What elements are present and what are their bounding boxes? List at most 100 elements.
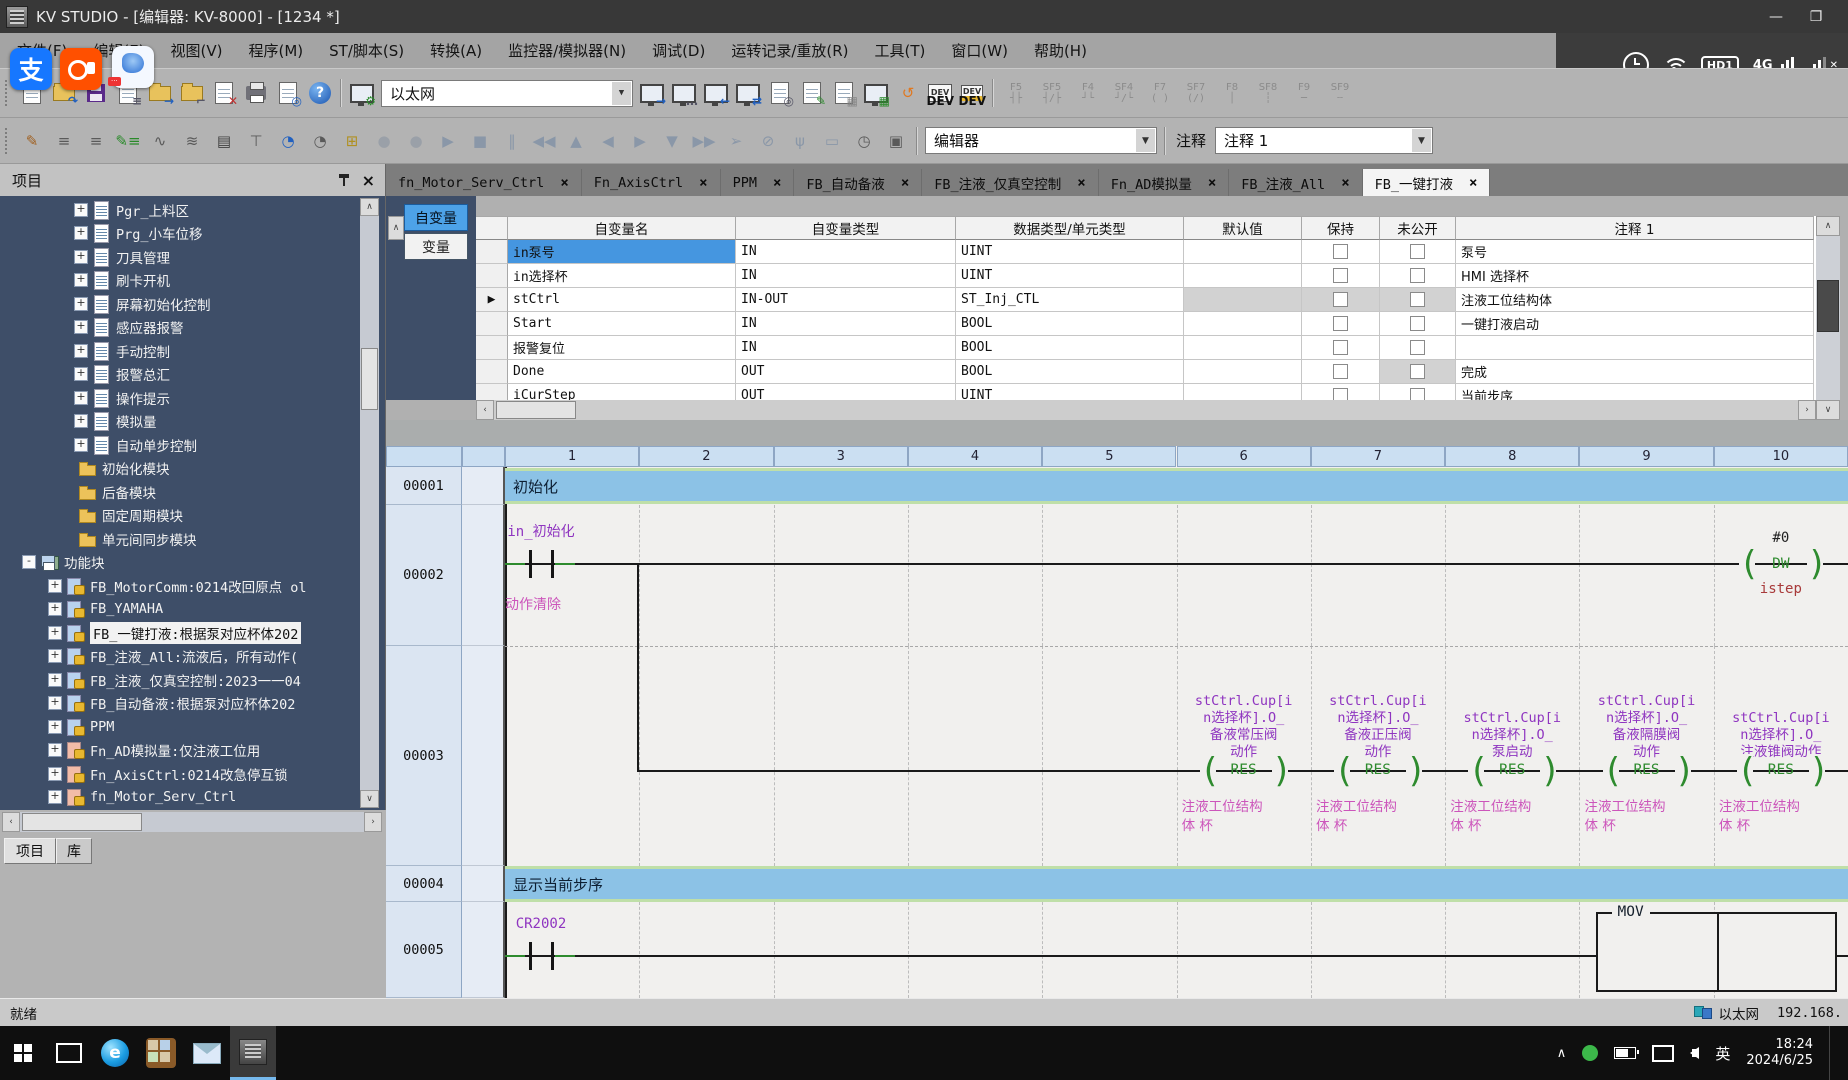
row-marker[interactable] (476, 264, 508, 288)
toolbar-run-to-cursor[interactable]: ➢ (721, 126, 751, 156)
expand-icon[interactable]: + (74, 297, 88, 311)
row-marker[interactable] (476, 336, 508, 360)
cell-type[interactable]: IN-OUT (736, 288, 956, 312)
cell-data-type[interactable]: UINT (956, 264, 1184, 288)
toolbar-mnemonic-list[interactable]: ≡ (49, 126, 79, 156)
close-tab-icon[interactable]: × (1077, 175, 1085, 191)
cell-unpublish[interactable] (1380, 360, 1456, 384)
close-tab-icon[interactable]: × (901, 175, 909, 191)
toolbar-monitor-add[interactable]: ⊞ (337, 126, 367, 156)
tray-expand-icon[interactable]: ∧ (1557, 1046, 1567, 1061)
cell-unpublish[interactable] (1380, 264, 1456, 288)
tree-item-fn_Motor_Serv_Ctrl[interactable]: +fn_Motor_Serv_Ctrl (0, 786, 358, 810)
expand-icon[interactable]: + (74, 438, 88, 452)
ladder-row-number-00005[interactable]: 00005 (386, 902, 462, 998)
toolbar-record-ball-1[interactable]: ● (369, 126, 399, 156)
toolbar-plc-comment[interactable]: … (669, 78, 699, 108)
toolbar-logic-analyzer[interactable]: ≋ (177, 126, 207, 156)
checkbox[interactable] (1333, 244, 1348, 259)
scroll-down-icon[interactable]: ∨ (1816, 400, 1840, 420)
mail-taskbar-icon[interactable] (184, 1026, 230, 1080)
editor-tab-Fn_AD模拟量[interactable]: Fn_AD模拟量× (1099, 169, 1230, 196)
toolbar-watch-window-2[interactable]: ◔ (305, 126, 335, 156)
cell-default[interactable] (1184, 360, 1302, 384)
pin-icon[interactable] (338, 173, 350, 187)
scroll-thumb[interactable] (1817, 280, 1839, 332)
ladder-row-number-00002[interactable]: 00002 (386, 505, 462, 646)
tree-item-Prg_小车位移[interactable]: +Prg_小车位移 (0, 222, 358, 246)
menu-item-4[interactable]: ST/脚本(S) (316, 38, 417, 64)
scroll-left-icon[interactable]: ‹ (2, 812, 20, 832)
app-grid-taskbar-icon[interactable] (138, 1026, 184, 1080)
checkbox[interactable] (1410, 244, 1425, 259)
start-button[interactable] (0, 1026, 46, 1080)
editor-tab-FB_注液_仅真空控制[interactable]: FB_注液_仅真空控制× (922, 169, 1098, 196)
expand-icon[interactable]: + (48, 790, 62, 804)
toolbar-step-down[interactable]: ▼ (657, 126, 687, 156)
tab-project[interactable]: 项目 (4, 838, 56, 864)
toolbar-find-device[interactable]: ◎ (765, 78, 795, 108)
expand-icon[interactable]: + (74, 250, 88, 264)
scroll-right-icon[interactable]: › (1798, 400, 1816, 420)
cell-unpublish[interactable] (1380, 312, 1456, 336)
cell-default[interactable] (1184, 384, 1302, 400)
comment-set-combobox[interactable]: 注释 1 ▼ (1215, 127, 1433, 154)
editor-tab-FB_自动备液[interactable]: FB_自动备液× (794, 169, 922, 196)
tab-arguments[interactable]: 自变量 (404, 204, 468, 231)
toolbar-skip-to-start[interactable]: ◀◀ (529, 126, 559, 156)
tree-item-FB_注液_All:流液后，所有动作([interactable]: +FB_注液_All:流液后，所有动作( (0, 645, 358, 669)
toolbar-read-from-plc[interactable]: ← (701, 78, 731, 108)
green-app-tray-icon[interactable] (1582, 1045, 1598, 1061)
tree-item-Fn_AxisCtrl:0214改急停互锁[interactable]: +Fn_AxisCtrl:0214改急停互锁 (0, 762, 358, 786)
editor-tab-Fn_AxisCtrl[interactable]: Fn_AxisCtrl× (582, 169, 721, 196)
battery-icon[interactable] (1614, 1047, 1636, 1059)
checkbox[interactable] (1410, 340, 1425, 355)
close-tab-icon[interactable]: × (699, 175, 707, 191)
cell-comment[interactable]: 完成 (1456, 360, 1814, 384)
cell-comment[interactable]: 泵号 (1456, 240, 1814, 264)
checkbox[interactable] (1410, 316, 1425, 331)
kv-studio-taskbar-icon[interactable] (230, 1026, 276, 1080)
cell-name[interactable]: Start (508, 312, 736, 336)
taskbar-clock[interactable]: 18:24 2024/6/25 (1746, 1037, 1813, 1069)
cell-data-type[interactable]: ST_Inj_CTL (956, 288, 1184, 312)
tree-item-FB_YAMAHA[interactable]: +FB_YAMAHA (0, 598, 358, 622)
menu-item-2[interactable]: 视图(V) (158, 38, 236, 64)
tree-item-后备模块[interactable]: 后备模块 (0, 480, 358, 504)
cell-keep[interactable] (1302, 288, 1380, 312)
variable-table-hscrollbar[interactable]: ‹ › (476, 400, 1816, 420)
menu-item-7[interactable]: 调试(D) (639, 38, 718, 64)
checkbox[interactable] (1410, 388, 1425, 400)
toolbar-file-lock[interactable]: ⌐ (177, 78, 207, 108)
show-desktop-button[interactable] (1829, 1026, 1834, 1080)
toolbar-device-list[interactable]: ≡ (81, 126, 111, 156)
cell-type[interactable]: IN (736, 264, 956, 288)
cell-name[interactable]: stCtrl (508, 288, 736, 312)
toolbar-print[interactable] (241, 78, 271, 108)
expand-icon[interactable]: + (48, 626, 62, 640)
variable-table-vscrollbar[interactable]: ∧ ∨ (1816, 216, 1840, 420)
toolbar-branch-tool[interactable]: ⊤ (241, 126, 271, 156)
menu-item-10[interactable]: 窗口(W) (938, 38, 1021, 64)
tab-variables[interactable]: 变量 (404, 233, 468, 260)
menu-item-5[interactable]: 转换(A) (417, 38, 495, 64)
checkbox[interactable] (1410, 364, 1425, 379)
toolbar-unit-monitor[interactable]: ▦ (861, 78, 891, 108)
cell-data-type[interactable]: BOOL (956, 336, 1184, 360)
toolbar-pause[interactable]: ‖ (497, 126, 527, 156)
cell-name[interactable]: in选择杯 (508, 264, 736, 288)
cell-comment[interactable]: HMI 选择杯 (1456, 264, 1814, 288)
cell-type[interactable]: OUT (736, 360, 956, 384)
toolbar-device-usage[interactable]: ▦ (829, 78, 859, 108)
tree-item-操作提示[interactable]: +操作提示 (0, 386, 358, 410)
expand-icon[interactable]: + (74, 273, 88, 287)
toolbar-undo-transfer[interactable]: ↺ (893, 78, 923, 108)
tree-item-刀具管理[interactable]: +刀具管理 (0, 245, 358, 269)
close-tab-icon[interactable]: × (773, 175, 781, 191)
toolbar-dev-window-1[interactable]: DEVDEV (925, 78, 955, 108)
toolbar-transfer-to-plc[interactable]: → (637, 78, 667, 108)
tree-item-FB_注液_仅真空控制:2023一一04[interactable]: +FB_注液_仅真空控制:2023一一04 (0, 668, 358, 692)
cell-unpublish[interactable] (1380, 288, 1456, 312)
cell-type[interactable]: IN (736, 240, 956, 264)
scroll-left-icon[interactable]: ‹ (476, 400, 494, 420)
